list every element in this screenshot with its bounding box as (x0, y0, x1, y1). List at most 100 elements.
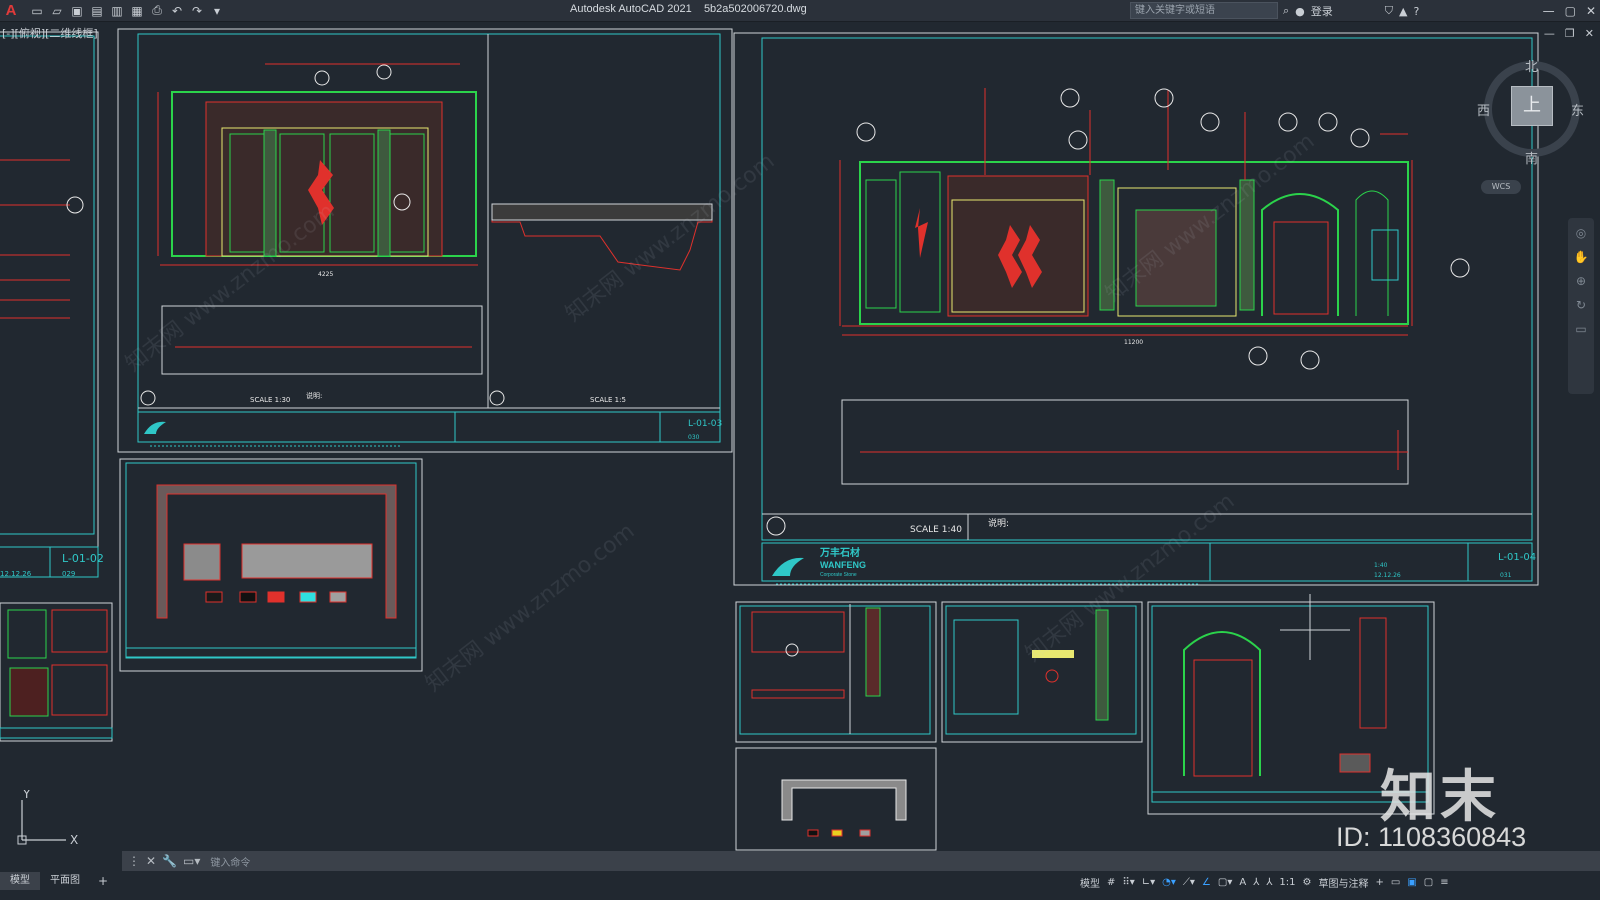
ortho-icon[interactable]: ∟▾ (1142, 877, 1155, 888)
left-sheet-code: L-01-02 (62, 552, 104, 565)
autocad-window: A ▭ ▱ ▣ ▤ ▥ ▦ ⎙ ↶ ↷ ▾ Autodesk AutoCAD 2… (0, 0, 1600, 900)
web-mobile-open-icon[interactable]: ▥ (108, 2, 126, 20)
maximize-icon[interactable]: ▢ (1565, 4, 1576, 18)
grid-icon[interactable]: # (1107, 877, 1115, 888)
minimize-icon[interactable]: — (1543, 4, 1555, 18)
sheet1-code: L-01-03 (688, 419, 722, 429)
doc-restore-icon[interactable]: ❐ (1565, 27, 1575, 40)
tab-model[interactable]: 模型 (0, 872, 40, 890)
user-icon[interactable]: ● (1295, 5, 1305, 18)
workspace-dropdown[interactable]: 草图与注释 (1318, 875, 1368, 890)
sheet2-code: L-01-04 (1498, 552, 1536, 563)
object-snap-icon[interactable]: ▢▾ (1218, 877, 1232, 888)
plot-icon[interactable]: ⎙ (148, 2, 166, 20)
orbit-icon[interactable]: ↻ (1576, 298, 1586, 312)
title-right-tools: ⌕ ● 登录 ⛉ ▲ ? (1283, 0, 1419, 22)
tab-floorplan[interactable]: 平面图 (40, 872, 90, 890)
search-icon[interactable]: ⌕ (1283, 4, 1289, 18)
annotation-visibility-icon[interactable]: A (1239, 877, 1246, 888)
workspace-gear-icon[interactable]: ⚙ (1303, 877, 1312, 888)
polar-tracking-icon[interactable]: ◔▾ (1162, 877, 1176, 888)
sheet2-scale-value: 1:40 (1374, 562, 1388, 569)
customize-menu-icon[interactable]: ≡ (1440, 877, 1448, 888)
window-controls: — ▢ ✕ (1543, 0, 1596, 22)
viewport-controls-label[interactable]: [-][俯视][二维线框] (2, 25, 98, 41)
compass-south[interactable]: 南 (1525, 148, 1538, 167)
quick-properties-icon[interactable]: ▣ (1407, 877, 1416, 888)
quick-access-toolbar: ▭ ▱ ▣ ▤ ▥ ▦ ⎙ ↶ ↷ ▾ (28, 2, 226, 20)
search-input[interactable]: 键入关键字或短语 (1130, 2, 1278, 19)
annotation-monitor-icon[interactable]: + (1375, 877, 1383, 888)
sheet-7-moulding (735, 747, 937, 851)
compass-east[interactable]: 东 (1571, 100, 1584, 119)
sheet1-note: 说明: (306, 391, 322, 400)
svg-text:Y: Y (22, 790, 31, 801)
annotation-scale-icon[interactable]: ⅄ (1266, 877, 1272, 888)
cmd-grip-icon[interactable]: ⋮ (128, 854, 140, 868)
sheet2-scale: SCALE 1:40 (910, 525, 962, 535)
compass-north[interactable]: 北 (1525, 56, 1538, 75)
watermark-brand: 知末 (1380, 765, 1500, 830)
sheet1-scale-left: SCALE 1:30 (250, 396, 290, 404)
sheet2-date: 12.12.26 (1374, 572, 1401, 579)
drawing-canvas[interactable]: L-01-02 029 12.12.26 4225 SCALE 1:30 SCA… (0, 23, 1600, 851)
save-as-icon[interactable]: ▤ (88, 2, 106, 20)
zoom-extents-icon[interactable]: ⊕ (1576, 274, 1586, 288)
title-bar: A ▭ ▱ ▣ ▤ ▥ ▦ ⎙ ↶ ↷ ▾ Autodesk AutoCAD 2… (0, 0, 1600, 22)
viewcube-top-face[interactable]: 上 (1511, 86, 1553, 126)
wcs-menu[interactable]: WCS (1481, 180, 1521, 194)
sheet1-total-dim: 4225 (318, 271, 333, 278)
autodesk-app-icon[interactable]: ▲ (1399, 5, 1407, 18)
cmd-customize-icon[interactable]: 🔧 (162, 854, 177, 868)
showmotion-icon[interactable]: ▭ (1575, 322, 1586, 336)
close-icon[interactable]: ✕ (1586, 4, 1596, 18)
doc-close-icon[interactable]: ✕ (1585, 27, 1594, 40)
sheet-1-door-elevation: 4225 SCALE 1:30 SCALE 1:5 说明: L-01-03 03… (117, 28, 733, 453)
cmd-close-icon[interactable]: ✕ (146, 854, 156, 868)
svg-text:X: X (70, 833, 78, 847)
layout-tabs: 模型 平面图 + (0, 872, 116, 890)
doc-minimize-icon[interactable]: — (1544, 27, 1555, 40)
login-link[interactable]: 登录 (1311, 3, 1333, 19)
undo-icon[interactable]: ↶ (168, 2, 186, 20)
status-bar: 模型 # ⠿▾ ∟▾ ◔▾ ⟋▾ ∠ ▢▾ A ⅄ ⅄ 1:1 ⚙ 草图与注释 … (1080, 872, 1600, 892)
pan-icon[interactable]: ✋ (1574, 250, 1589, 264)
isodraft-icon[interactable]: ⟋▾ (1183, 877, 1195, 888)
customize-qat-icon[interactable]: ▾ (208, 2, 226, 20)
new-file-icon[interactable]: ▭ (28, 2, 46, 20)
scale-dropdown[interactable]: 1:1 (1279, 877, 1295, 888)
auto-scale-icon[interactable]: ⅄ (1253, 877, 1259, 888)
sheet1-scale-right: SCALE 1:5 (590, 396, 626, 404)
web-mobile-save-icon[interactable]: ▦ (128, 2, 146, 20)
snap-icon[interactable]: ⠿▾ (1122, 877, 1134, 888)
isolate-objects-icon[interactable]: ▢ (1424, 877, 1433, 888)
sheet2-company-cn: 万丰石材 (819, 546, 860, 559)
help-icon[interactable]: ? (1414, 5, 1420, 18)
sheet-5-detail (941, 601, 1143, 743)
command-line: ⋮ ✕ 🔧 ▭▾ 键入命令 (122, 851, 1600, 871)
units-icon[interactable]: ▭ (1391, 877, 1400, 888)
viewcube[interactable]: 北 南 西 东 上 WCS (1477, 56, 1587, 194)
redo-icon[interactable]: ↷ (188, 2, 206, 20)
compass-west[interactable]: 西 (1477, 100, 1490, 119)
sheet-4-detail (735, 601, 937, 743)
object-snap-tracking-icon[interactable]: ∠ (1202, 877, 1211, 888)
save-icon[interactable]: ▣ (68, 2, 86, 20)
open-file-icon[interactable]: ▱ (48, 2, 66, 20)
cart-icon[interactable]: ⛉ (1385, 4, 1393, 18)
sheet2-company: WANFENG (820, 560, 866, 570)
left-sheet-page: 029 (62, 570, 75, 578)
sheet-3-moulding (119, 458, 423, 672)
autocad-logo[interactable]: A (0, 0, 22, 22)
sheet1-page: 030 (688, 434, 700, 441)
ucs-icon: Y X (17, 790, 78, 847)
sheet2-page: 031 (1500, 572, 1512, 579)
cmd-recent-icon[interactable]: ▭▾ (183, 854, 200, 868)
add-layout-icon[interactable]: + (90, 874, 116, 888)
drawing-window-controls: — ❐ ✕ (1544, 27, 1594, 40)
command-input[interactable]: 键入命令 (210, 854, 250, 869)
steering-wheel-icon[interactable]: ◎ (1576, 226, 1586, 240)
sheet2-total-dim: 11200 (1124, 339, 1143, 346)
watermark-id: ID: 1108360843 (1336, 822, 1527, 852)
model-space-button[interactable]: 模型 (1080, 875, 1100, 890)
